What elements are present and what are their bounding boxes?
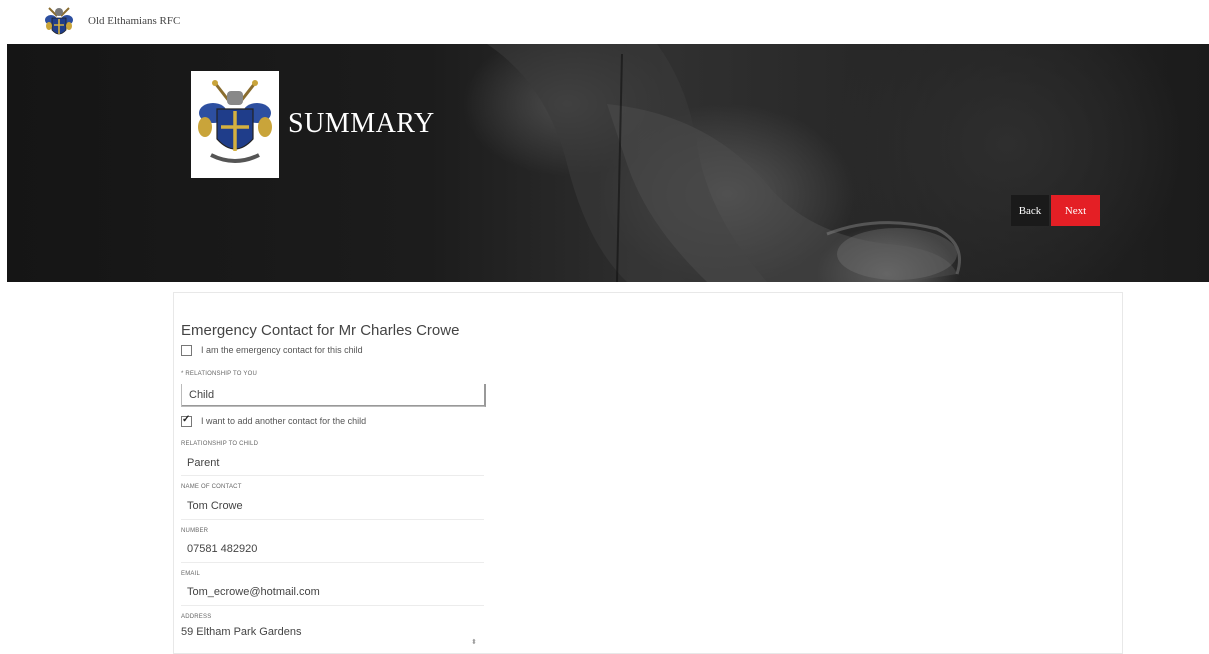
- back-button[interactable]: Back: [1011, 195, 1049, 226]
- club-crest-icon[interactable]: [45, 4, 73, 40]
- relationship-to-you-label: * RELATIONSHIP TO YOU: [181, 371, 258, 377]
- contact-name-label: NAME OF CONTACT: [181, 484, 242, 490]
- relationship-to-you-value: Child: [189, 389, 215, 401]
- relationship-to-child-label: RELATIONSHIP TO CHILD: [181, 441, 259, 447]
- page-title: SUMMARY: [288, 108, 435, 139]
- self-contact-checkbox[interactable]: [181, 344, 192, 356]
- address-label: ADDRESS: [181, 614, 212, 620]
- number-value[interactable]: 07581 482920: [187, 543, 257, 555]
- relationship-to-you-select[interactable]: Child: [181, 384, 486, 407]
- email-label: EMAIL: [181, 571, 201, 577]
- divider: [181, 519, 484, 520]
- hero-banner: SUMMARY Back Next: [7, 44, 1209, 282]
- add-another-label[interactable]: I want to add another contact for the ch…: [201, 416, 366, 426]
- resize-grip-icon[interactable]: ⬍: [471, 638, 477, 646]
- section-title: Emergency Contact for Mr Charles Crowe: [181, 322, 460, 339]
- next-button[interactable]: Next: [1051, 195, 1100, 226]
- email-value[interactable]: Tom_ecrowe@hotmail.com: [187, 586, 320, 598]
- divider: [181, 605, 484, 606]
- club-crest-large-icon: [198, 80, 272, 163]
- self-contact-label[interactable]: I am the emergency contact for this chil…: [201, 345, 363, 355]
- self-contact-row[interactable]: I am the emergency contact for this chil…: [181, 343, 363, 357]
- divider: [181, 562, 484, 563]
- divider: [181, 475, 484, 476]
- contact-name-value[interactable]: Tom Crowe: [187, 500, 243, 512]
- add-another-checkbox[interactable]: [181, 414, 192, 427]
- hero-background-image: [487, 44, 961, 282]
- hero-crest-frame: [191, 71, 279, 178]
- add-another-row[interactable]: I want to add another contact for the ch…: [181, 414, 366, 428]
- club-name[interactable]: Old Elthamians RFC: [88, 15, 180, 27]
- number-label: NUMBER: [181, 528, 209, 534]
- relationship-to-child-value[interactable]: Parent: [187, 457, 219, 469]
- address-value[interactable]: 59 Eltham Park Gardens: [181, 626, 301, 638]
- top-bar: Old Elthamians RFC: [0, 0, 1209, 44]
